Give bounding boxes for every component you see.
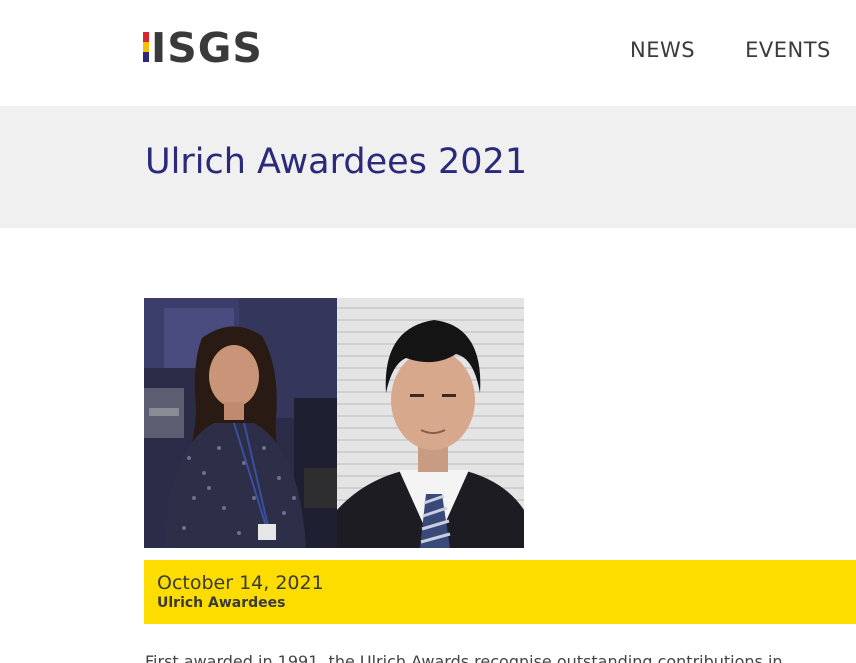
nav-events[interactable]: EVENTS [745,36,831,64]
nav-news[interactable]: NEWS [630,36,695,64]
site-logo[interactable]: ISGS [143,24,263,72]
main-nav: NEWS EVENTS [630,36,856,64]
post-date: October 14, 2021 [157,572,324,594]
page: ISGS NEWS EVENTS Ulrich Awardees 2021 Oc… [0,0,856,663]
logo-color-bars-icon [143,30,149,66]
page-title: Ulrich Awardees 2021 [145,142,528,182]
logo-text: ISGS [151,24,263,72]
post-category[interactable]: Ulrich Awardees [157,594,285,612]
awardees-photo [144,298,524,548]
site-header: ISGS NEWS EVENTS [0,0,856,106]
post-intro-text: First awarded in 1991, the Ulrich Awards… [145,652,783,663]
